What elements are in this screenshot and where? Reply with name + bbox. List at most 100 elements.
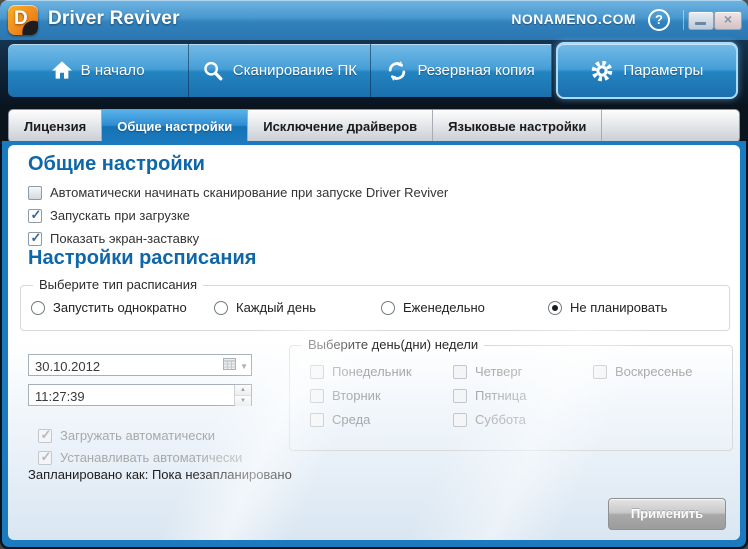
tab-strip: Лицензия Общие настройки Исключение драй… [8,109,740,143]
checkbox-saturday-box [453,412,467,427]
logo-letter: D [14,8,28,29]
checkbox-friday-label: Пятница [475,388,527,403]
app-title: Driver Reviver [48,8,180,29]
time-input[interactable] [33,385,207,407]
checkbox-tuesday: Вторник [310,388,381,403]
check-icon: ✓ [30,229,42,245]
help-icon[interactable]: ? [648,9,670,31]
checkbox-run-at-startup-label: Запускать при загрузке [50,208,190,223]
checkbox-download-auto: ✓ Загружать автоматически [38,426,215,443]
radio-run-once-label: Запустить однократно [53,300,187,315]
radio-no-schedule-circle[interactable] [548,300,562,315]
radio-every-day-circle[interactable] [214,300,228,315]
checkbox-install-auto-box: ✓ [38,448,52,465]
checkbox-saturday: Суббота [453,412,526,427]
apply-button[interactable]: Применить [608,498,726,530]
tab-driver-exclusions-label: Исключение драйверов [263,118,418,134]
schedule-status-text: Запланировано как: Пока незапланировано [28,467,292,482]
radio-run-once[interactable]: Запустить однократно [31,300,187,315]
calendar-icon[interactable] [223,357,237,375]
checkbox-download-auto-label: Загружать автоматически [60,428,215,443]
radio-weekly[interactable]: Еженедельно [381,300,485,315]
close-button[interactable]: × [714,11,742,30]
nav-home-button[interactable]: В начало [8,44,190,97]
checkbox-friday-box [453,388,467,403]
days-of-week-group: Выберите день(дни) недели Понедельник Вт… [289,337,733,451]
nav-scan-button[interactable]: Сканирование ПК [189,44,371,97]
days-group-label: Выберите день(дни) недели [302,337,485,352]
checkbox-thursday: Четверг [453,364,522,379]
nav-scan-label: Сканирование ПК [232,62,357,79]
checkbox-monday-label: Понедельник [332,364,412,379]
search-icon [202,60,224,82]
tab-language-settings[interactable]: Языковые настройки [433,110,603,142]
minimize-button[interactable] [688,11,714,30]
spinner-down-icon[interactable]: ▼ [235,395,251,406]
date-field[interactable]: ▼ [28,354,252,377]
nav-backup-button[interactable]: Резервная копия [370,44,552,97]
nav-toolbar: В начало Сканирование ПК Резервная копия… [0,40,748,105]
date-input[interactable] [33,355,207,377]
checkbox-sunday-label: Воскресенье [615,364,693,379]
schedule-settings-heading: Настройки расписания [28,247,257,269]
tab-language-settings-label: Языковые настройки [448,118,587,134]
tab-driver-exclusions[interactable]: Исключение драйверов [248,110,434,142]
app-window: D Driver Reviver NONAMENO.COM ? × В нача… [0,0,748,549]
chevron-down-icon[interactable]: ▼ [240,362,248,371]
tab-license-label: Лицензия [24,118,87,134]
checkbox-download-auto-box: ✓ [38,426,52,443]
checkbox-run-at-startup-box[interactable]: ✓ [28,206,42,223]
radio-weekly-label: Еженедельно [403,300,485,315]
tab-license[interactable]: Лицензия [9,110,103,142]
checkbox-thursday-label: Четверг [475,364,523,379]
nav-button-group: В начало Сканирование ПК Резервная копия… [8,42,738,99]
nav-settings-button[interactable]: Параметры [555,42,738,99]
date-field-icons: ▼ [223,357,248,375]
title-bar: D Driver Reviver NONAMENO.COM ? × [0,0,748,40]
radio-no-schedule[interactable]: Не планировать [548,300,667,315]
tab-general-settings[interactable]: Общие настройки [102,110,249,142]
radio-weekly-circle[interactable] [381,300,395,315]
tab-bar: Лицензия Общие настройки Исключение драй… [0,105,748,143]
checkbox-auto-scan-box[interactable] [28,185,42,200]
checkbox-sunday-box [593,364,607,379]
spinner-up-icon[interactable]: ▲ [235,385,251,395]
checkbox-thursday-box [453,364,467,379]
radio-every-day[interactable]: Каждый день [214,300,316,315]
check-icon: ✓ [40,426,52,442]
checkbox-wednesday-box [310,412,324,427]
checkbox-wednesday: Среда [310,412,370,427]
app-logo-icon: D [8,5,38,35]
checkbox-friday: Пятница [453,388,526,403]
tab-general-settings-label: Общие настройки [117,118,233,134]
schedule-type-group-label: Выберите тип расписания [33,277,204,292]
checkbox-run-at-startup[interactable]: ✓ Запускать при загрузке [28,206,190,223]
home-icon [51,61,72,80]
nav-backup-label: Резервная копия [417,62,535,79]
tab-strip-filler [602,110,739,142]
checkbox-tuesday-box [310,388,324,403]
checkbox-show-splash-box[interactable]: ✓ [28,229,42,246]
checkbox-tuesday-label: Вторник [332,388,381,403]
nav-home-label: В начало [80,62,145,79]
schedule-type-group: Выберите тип расписания Запустить однокр… [20,277,730,331]
check-icon: ✓ [30,206,42,222]
general-settings-heading: Общие настройки [28,153,205,175]
checkbox-show-splash-label: Показать экран-заставку [50,231,200,246]
checkbox-auto-scan-label: Автоматически начинать сканирование при … [50,185,449,200]
checkbox-wednesday-label: Среда [332,412,371,427]
checkbox-saturday-label: Суббота [475,412,526,427]
check-icon: ✓ [40,448,52,464]
refresh-icon [386,60,408,82]
radio-every-day-label: Каждый день [236,300,317,315]
checkbox-install-auto: ✓ Устанавливать автоматически [38,448,242,465]
settings-panel: Общие настройки Автоматически начинать с… [8,145,740,540]
radio-run-once-circle[interactable] [31,300,45,315]
checkbox-auto-scan[interactable]: Автоматически начинать сканирование при … [28,185,448,200]
brand-text: NONAMENO.COM [511,11,636,27]
checkbox-show-splash[interactable]: ✓ Показать экран-заставку [28,229,200,246]
checkbox-monday-box [310,364,324,379]
nav-settings-label: Параметры [623,62,704,79]
time-spinner: ▲ ▼ [234,385,251,406]
time-field[interactable]: ▲ ▼ [28,384,252,407]
